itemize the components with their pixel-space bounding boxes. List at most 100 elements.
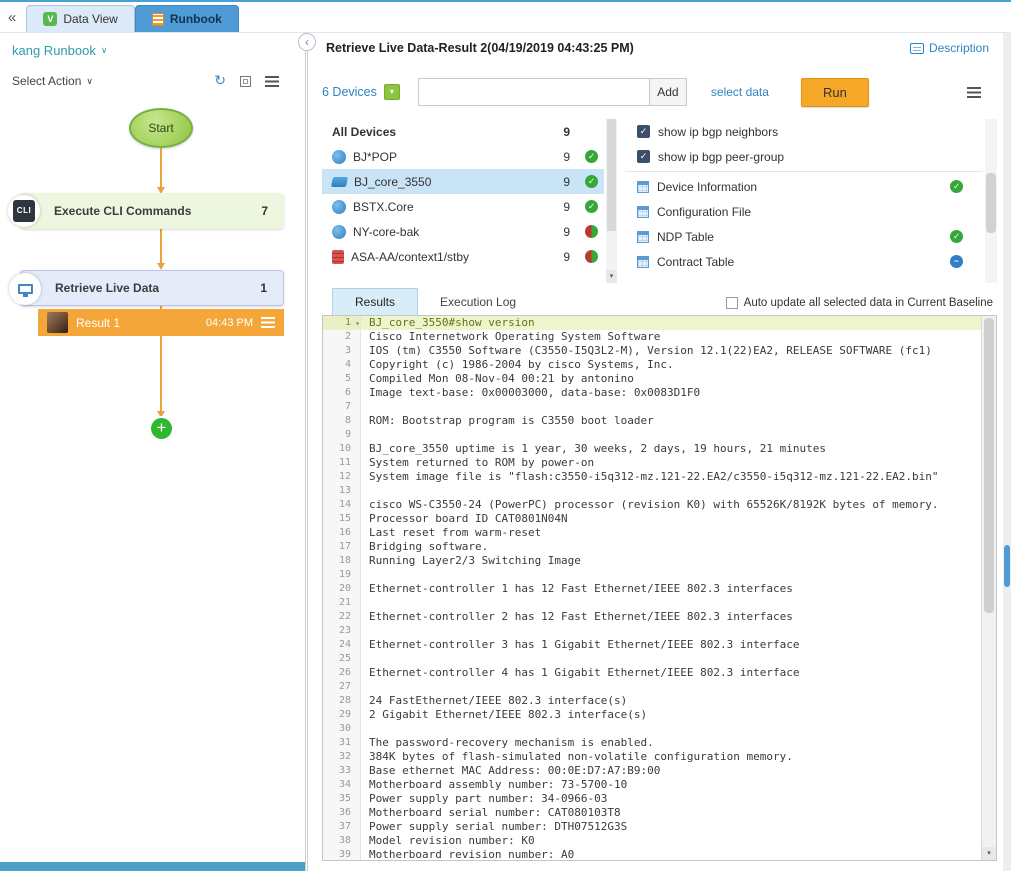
line-number: 29 bbox=[323, 708, 361, 722]
line-number: 12 bbox=[323, 470, 361, 484]
line-number: 36 bbox=[323, 806, 361, 820]
run-button[interactable]: Run bbox=[801, 78, 869, 107]
scrollbar-thumb[interactable] bbox=[607, 119, 616, 231]
refresh-icon[interactable]: ↻ bbox=[214, 73, 226, 89]
runbook-selector[interactable]: kang Runbook ∨ bbox=[12, 43, 107, 58]
flow-menu-icon[interactable] bbox=[265, 76, 279, 87]
line-number: 6 bbox=[323, 386, 361, 400]
auto-update-option[interactable]: Auto update all selected data in Current… bbox=[726, 297, 993, 309]
line-number: 16 bbox=[323, 526, 361, 540]
code-line: 30 bbox=[323, 722, 981, 736]
chevron-down-icon: ∨ bbox=[86, 76, 93, 87]
code-text: BJ_core_3550#show version bbox=[361, 316, 981, 330]
tab-data-view[interactable]: V Data View bbox=[26, 5, 134, 32]
status-ok-icon: ✓ bbox=[950, 180, 963, 193]
fit-screen-icon[interactable] bbox=[240, 76, 251, 87]
line-number: 30 bbox=[323, 722, 361, 736]
code-line: 23 bbox=[323, 624, 981, 638]
command-item[interactable]: ✓show ip bgp neighbors bbox=[625, 119, 983, 144]
code-text: IOS (tm) C3550 Software (C3550-I5Q3L2-M)… bbox=[361, 344, 981, 358]
command-check-icon: ✓ bbox=[637, 125, 650, 138]
data-list-scrollbar[interactable] bbox=[985, 119, 997, 283]
add-node-button[interactable]: + bbox=[151, 418, 172, 439]
flow-horizontal-scrollbar[interactable] bbox=[0, 862, 305, 871]
tab-execution-log[interactable]: Execution Log bbox=[418, 288, 538, 315]
line-number: 22 bbox=[323, 610, 361, 624]
data-table-item[interactable]: Contract Table− bbox=[625, 249, 983, 274]
line-number: 17 bbox=[323, 540, 361, 554]
page-title: Retrieve Live Data-Result 2(04/19/2019 0… bbox=[326, 41, 634, 55]
start-node[interactable]: Start bbox=[129, 108, 193, 148]
code-line: 8ROM: Bootstrap program is C3550 boot lo… bbox=[323, 414, 981, 428]
panel-menu-icon[interactable] bbox=[967, 87, 981, 98]
command-item[interactable]: ✓show ip bgp peer-group bbox=[625, 144, 983, 169]
right-strip-handle[interactable] bbox=[1004, 545, 1010, 587]
select-data-link[interactable]: select data bbox=[711, 85, 769, 99]
device-search-input[interactable] bbox=[418, 78, 650, 106]
node-count: 7 bbox=[261, 204, 284, 218]
description-link[interactable]: Description bbox=[910, 41, 989, 55]
code-line: 7 bbox=[323, 400, 981, 414]
device-list-scrollbar[interactable]: ▾ bbox=[606, 119, 617, 283]
devices-dropdown[interactable]: 6 Devices ▾ bbox=[322, 84, 400, 100]
status-ok-icon: ✓ bbox=[585, 150, 598, 163]
device-row[interactable]: ASA-AA/context1/stby9 bbox=[322, 244, 604, 269]
code-line: 20Ethernet-controller 1 has 12 Fast Ethe… bbox=[323, 582, 981, 596]
scrollbar-thumb[interactable] bbox=[984, 318, 994, 613]
results-console[interactable]: 1▾BJ_core_3550#show version2Cisco Intern… bbox=[322, 315, 997, 861]
line-number: 25 bbox=[323, 652, 361, 666]
tab-results[interactable]: Results bbox=[332, 288, 418, 315]
code-text: Power supply serial number: DTH07512G3S bbox=[361, 820, 981, 834]
result-item[interactable]: Result 1 04:43 PM bbox=[38, 309, 284, 336]
device-name: BJ_core_3550 bbox=[354, 175, 547, 189]
code-text: Ethernet-controller 2 has 12 Fast Ethern… bbox=[361, 610, 981, 624]
divider bbox=[625, 171, 983, 172]
node-label: Retrieve Live Data bbox=[55, 281, 159, 295]
monitor-download-icon bbox=[18, 284, 33, 294]
panel-collapse-button[interactable]: ‹ bbox=[298, 33, 316, 51]
console-scrollbar[interactable]: ▾ bbox=[981, 316, 996, 860]
line-number: 38 bbox=[323, 834, 361, 848]
devices-dropdown-arrow-icon[interactable]: ▾ bbox=[384, 84, 400, 100]
table-icon bbox=[637, 181, 649, 193]
device-row[interactable]: BSTX.Core9✓ bbox=[322, 194, 604, 219]
data-table-item[interactable]: Device Information✓ bbox=[625, 174, 983, 199]
auto-update-checkbox[interactable] bbox=[726, 297, 738, 309]
scroll-down-icon[interactable]: ▾ bbox=[606, 270, 617, 283]
data-table-item[interactable]: NDP Table✓ bbox=[625, 224, 983, 249]
node-retrieve-live-data[interactable]: Retrieve Live Data 1 bbox=[20, 270, 284, 306]
code-line: 15Processor board ID CAT0801N04N bbox=[323, 512, 981, 526]
data-table-item[interactable]: Configuration File bbox=[625, 199, 983, 224]
code-text: Running Layer2/3 Switching Image bbox=[361, 554, 981, 568]
scrollbar-thumb[interactable] bbox=[986, 173, 996, 233]
flow-arrow bbox=[160, 229, 162, 264]
device-row[interactable]: BJ*POP9✓ bbox=[322, 144, 604, 169]
window-right-strip bbox=[1003, 33, 1011, 871]
device-row[interactable]: BJ_core_35509✓ bbox=[322, 169, 604, 194]
status-ok-icon: ✓ bbox=[585, 175, 598, 188]
code-line: 1▾BJ_core_3550#show version bbox=[323, 316, 981, 330]
fold-icon[interactable]: ▾ bbox=[355, 317, 360, 331]
collapse-left-icon[interactable]: « bbox=[8, 9, 16, 26]
code-line: 3IOS (tm) C3550 Software (C3550-I5Q3L2-M… bbox=[323, 344, 981, 358]
device-list-header[interactable]: All Devices 9 bbox=[322, 119, 604, 144]
result-menu-icon[interactable] bbox=[261, 317, 275, 328]
result-label: Result 1 bbox=[76, 316, 120, 330]
scroll-down-icon[interactable]: ▾ bbox=[982, 847, 996, 860]
node-execute-cli-commands[interactable]: CLI Execute CLI Commands 7 bbox=[20, 193, 284, 229]
action-selector[interactable]: Select Action ∨ bbox=[12, 74, 93, 88]
devices-dropdown-label: 6 Devices bbox=[322, 85, 377, 99]
add-button[interactable]: Add bbox=[649, 78, 687, 106]
description-label: Description bbox=[929, 41, 989, 55]
line-number: 8 bbox=[323, 414, 361, 428]
device-list: All Devices 9 BJ*POP9✓BJ_core_35509✓BSTX… bbox=[322, 119, 604, 283]
line-number: 7 bbox=[323, 400, 361, 414]
table-icon bbox=[637, 206, 649, 218]
line-number: 10 bbox=[323, 442, 361, 456]
code-text bbox=[361, 400, 981, 414]
device-row[interactable]: NY-core-bak9 bbox=[322, 219, 604, 244]
tab-runbook[interactable]: Runbook bbox=[135, 5, 239, 32]
device-count: 9 bbox=[554, 225, 570, 239]
line-number: 33 bbox=[323, 764, 361, 778]
code-text: Motherboard assembly number: 73-5700-10 bbox=[361, 778, 981, 792]
